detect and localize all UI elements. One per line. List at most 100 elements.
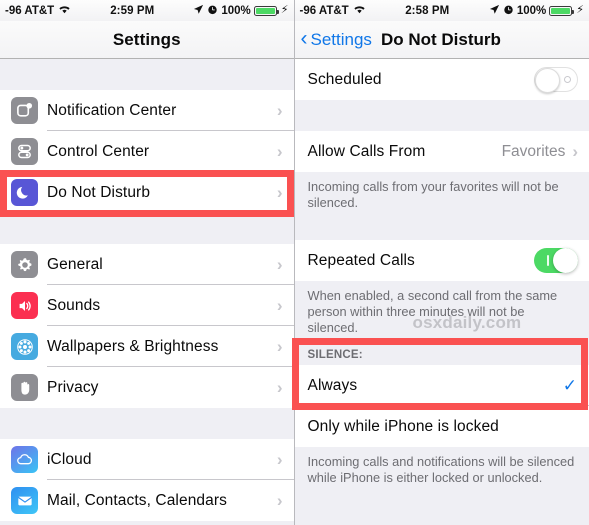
allow-calls-from-row[interactable]: Allow Calls From Favorites › [294, 131, 589, 172]
sidebar-item-do-not-disturb[interactable]: Do Not Disturb › [0, 172, 294, 213]
carrier-label: -96 AT&T [5, 4, 55, 17]
battery-percent-label: 100% [516, 4, 547, 17]
sidebar-item-label: Sounds [47, 296, 101, 314]
chevron-right-icon: › [276, 491, 283, 510]
sidebar-item-label: Do Not Disturb [47, 183, 151, 201]
status-bar-left-group: -96 AT&T [300, 4, 366, 17]
location-arrow-icon [193, 4, 204, 18]
hand-icon [11, 374, 38, 401]
location-arrow-icon [489, 4, 500, 18]
silence-section-header: SILENCE: [294, 340, 589, 365]
sidebar-item-notification-center[interactable]: Notification Center › [0, 90, 294, 131]
sidebar-item-control-center[interactable]: Control Center › [0, 131, 294, 172]
alarm-clock-icon [207, 4, 218, 18]
list-gap-top [0, 59, 294, 90]
envelope-icon [11, 487, 38, 514]
alarm-clock-icon [503, 4, 514, 18]
chevron-right-icon: › [276, 450, 283, 469]
repeated-calls-row[interactable]: Repeated Calls [294, 240, 589, 281]
allow-calls-group: Allow Calls From Favorites › [294, 131, 589, 172]
section-gap-1 [294, 100, 589, 131]
chevron-right-icon: › [276, 296, 283, 315]
do-not-disturb-moon-icon [11, 179, 38, 206]
notification-center-icon [11, 97, 38, 124]
lightning-bolt-icon: ⚡ [280, 4, 289, 16]
navigation-bar-right: ‹ Settings Do Not Disturb [294, 21, 589, 59]
lightning-bolt-icon: ⚡ [576, 4, 584, 16]
chevron-right-icon: › [276, 183, 283, 202]
sidebar-item-label: Privacy [47, 378, 99, 396]
cloud-icon [11, 446, 38, 473]
sidebar-item-label: Wallpapers & Brightness [47, 337, 219, 355]
repeated-calls-group: Repeated Calls [294, 240, 589, 281]
page-title: Do Not Disturb [380, 29, 501, 49]
settings-group-2: General › Sounds › Wallpapers & Brightne… [0, 244, 294, 408]
settings-group-1: Notification Center › Control Center › D… [0, 90, 294, 213]
chevron-right-icon: › [276, 337, 283, 356]
allow-calls-from-label: Allow Calls From [307, 142, 426, 160]
silence-description: Incoming calls and notifications will be… [294, 447, 589, 497]
control-center-icon [11, 138, 38, 165]
status-bar-right-group: 100% ⚡ [193, 4, 289, 18]
silence-option-only-while-locked[interactable]: Only while iPhone is locked [294, 406, 589, 447]
battery-icon [253, 5, 279, 16]
scheduled-group: Scheduled [294, 59, 589, 100]
silence-option-always[interactable]: Always ✓ [294, 365, 589, 406]
sidebar-item-label: Mail, Contacts, Calendars [47, 491, 227, 509]
screenshot-root: -96 AT&T 2:59 PM 100% ⚡ Settings Notific… [0, 0, 589, 525]
scheduled-toggle[interactable] [534, 67, 578, 93]
chevron-right-icon: › [276, 142, 283, 161]
sidebar-item-wallpapers-brightness[interactable]: Wallpapers & Brightness › [0, 326, 294, 367]
sidebar-item-label: iCloud [47, 450, 92, 468]
section-gap-2 [294, 222, 589, 240]
speaker-icon [11, 292, 38, 319]
silence-option-label: Only while iPhone is locked [307, 417, 499, 435]
sidebar-item-general[interactable]: General › [0, 244, 294, 285]
repeated-calls-label: Repeated Calls [307, 251, 415, 269]
carrier-label: -96 AT&T [299, 4, 349, 17]
silence-options-group: Always ✓ Only while iPhone is locked [294, 365, 589, 447]
wifi-icon [58, 4, 71, 17]
back-button[interactable]: ‹ Settings [300, 27, 372, 50]
allow-calls-from-value: Favorites [501, 142, 566, 160]
repeated-calls-toggle[interactable] [534, 248, 578, 273]
sidebar-item-privacy[interactable]: Privacy › [0, 367, 294, 408]
chevron-right-icon: › [276, 378, 283, 397]
watermark-label: osxdaily.com [412, 313, 522, 332]
sidebar-item-label: Notification Center [47, 101, 177, 119]
status-bar-right-group: 100% ⚡ [489, 4, 584, 18]
status-bar-right: -96 AT&T 2:58 PM 100% ⚡ [294, 0, 589, 21]
chevron-right-icon: › [276, 255, 283, 274]
navigation-bar-left: Settings [0, 21, 294, 59]
allow-calls-description: Incoming calls from your favorites will … [294, 172, 589, 222]
battery-percent-label: 100% [221, 4, 251, 17]
scheduled-label: Scheduled [307, 70, 382, 88]
list-gap-2 [0, 408, 294, 439]
settings-panel: -96 AT&T 2:59 PM 100% ⚡ Settings Notific… [0, 0, 295, 525]
flower-icon [11, 333, 38, 360]
chevron-right-icon: › [572, 142, 578, 161]
status-bar-left-group: -96 AT&T [5, 4, 71, 17]
sidebar-item-label: Control Center [47, 142, 150, 160]
sidebar-item-sounds[interactable]: Sounds › [0, 285, 294, 326]
sidebar-item-mail-contacts-calendars[interactable]: Mail, Contacts, Calendars › [0, 480, 294, 521]
clock-label: 2:58 PM [405, 4, 450, 17]
clock-label: 2:59 PM [110, 4, 155, 17]
back-button-label: Settings [310, 29, 372, 49]
wifi-icon [353, 4, 366, 17]
status-bar-left: -96 AT&T 2:59 PM 100% ⚡ [0, 0, 294, 21]
list-gap-1 [0, 213, 294, 244]
sidebar-item-icloud[interactable]: iCloud › [0, 439, 294, 480]
battery-icon [549, 5, 575, 16]
repeated-calls-description: When enabled, a second call from the sam… [294, 281, 589, 340]
page-title: Settings [112, 29, 181, 49]
scheduled-row[interactable]: Scheduled [294, 59, 589, 100]
do-not-disturb-panel: -96 AT&T 2:58 PM 100% ⚡ ‹ Settings Do No… [294, 0, 589, 525]
chevron-left-icon: ‹ [300, 27, 308, 50]
chevron-right-icon: › [276, 101, 283, 120]
sidebar-item-label: General [47, 255, 103, 273]
silence-option-label: Always [307, 376, 358, 394]
settings-group-3: iCloud › Mail, Contacts, Calendars › [0, 439, 294, 521]
checkmark-icon: ✓ [562, 375, 577, 395]
gear-icon [11, 251, 38, 278]
